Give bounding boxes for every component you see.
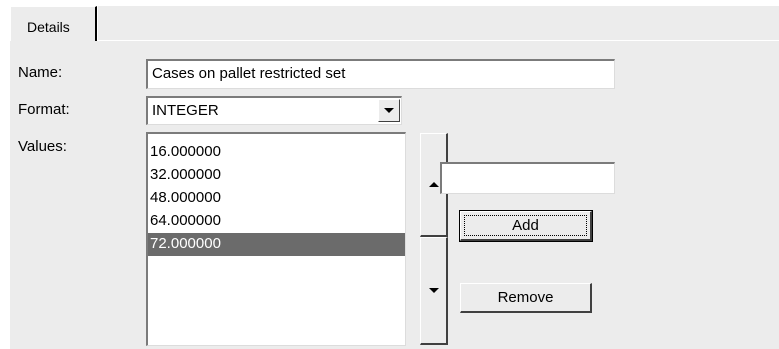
list-item[interactable]: 16.000000 — [148, 141, 405, 164]
list-item[interactable]: 64.000000 — [148, 210, 405, 233]
add-button[interactable]: Add — [459, 210, 593, 242]
tab-strip — [98, 6, 779, 40]
triangle-down-icon — [428, 288, 439, 293]
tab-details[interactable]: Details — [10, 6, 97, 41]
focus-rectangle — [464, 215, 587, 236]
list-item-selected[interactable]: 72.000000 — [148, 233, 405, 256]
name-label: Name: — [18, 64, 63, 81]
format-select[interactable]: INTEGER — [146, 96, 402, 125]
triangle-up-icon — [428, 182, 439, 187]
list-item[interactable]: 48.000000 — [148, 187, 405, 210]
values-listbox[interactable]: 16.000000 32.000000 48.000000 64.000000 … — [146, 132, 406, 346]
format-label: Format: — [18, 101, 70, 118]
list-item[interactable]: 32.000000 — [148, 164, 405, 187]
remove-button[interactable]: Remove — [460, 283, 592, 313]
format-dropdown-button[interactable] — [378, 99, 400, 122]
name-input[interactable]: Cases on pallet restricted set — [146, 59, 615, 89]
details-panel: Name: Cases on pallet restricted set For… — [10, 41, 779, 349]
new-value-input[interactable] — [440, 162, 615, 194]
chevron-down-icon — [384, 108, 394, 113]
format-select-value: INTEGER — [152, 102, 219, 119]
move-down-button[interactable] — [420, 237, 448, 345]
values-label: Values: — [18, 138, 67, 155]
tab-details-label: Details — [27, 19, 70, 35]
remove-button-label: Remove — [497, 289, 554, 306]
